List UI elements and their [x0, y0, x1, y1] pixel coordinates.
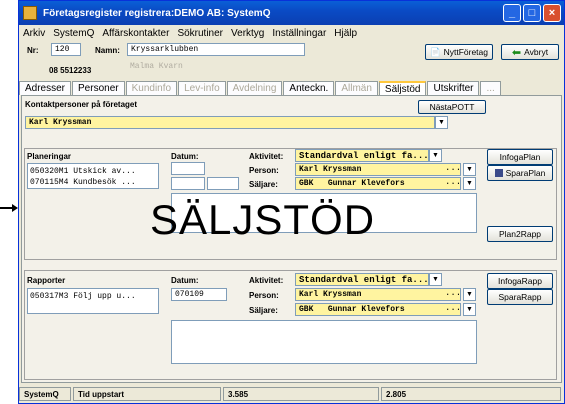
rapp-aktivitet-select[interactable]: Standardval enligt fa...: [295, 273, 429, 286]
chevron-down-icon[interactable]: ▼: [429, 149, 442, 162]
avbryt-button[interactable]: ⬅ Avbryt: [501, 44, 559, 60]
menu-verktyg[interactable]: Verktyg: [227, 28, 268, 39]
chevron-down-icon[interactable]: ▼: [429, 273, 442, 286]
rapp-notes-field[interactable]: [171, 320, 477, 364]
rapp-person-more-icon[interactable]: ...: [445, 288, 461, 298]
planeringar-title: Planeringar: [27, 152, 72, 161]
new-document-icon: 📄: [430, 46, 441, 57]
save-icon: [494, 169, 503, 177]
infoga-plan-button[interactable]: InfogaPlan: [487, 149, 553, 165]
tab-adresser[interactable]: Adresser: [19, 81, 72, 95]
list-item[interactable]: 050320M1 Utskick av...: [30, 166, 156, 177]
infoga-rapp-button[interactable]: InfogaRapp: [487, 273, 553, 289]
chevron-down-icon[interactable]: ▼: [463, 177, 476, 190]
plan-saljare-label: Säljare:: [249, 180, 278, 189]
plan-datum-label: Datum:: [171, 152, 199, 161]
window-title: Företagsregister registrera:DEMO AB: Sys…: [43, 7, 271, 19]
tab-utskrifter[interactable]: Utskrifter: [427, 81, 480, 95]
plan-saljare-more-icon[interactable]: ...: [445, 177, 461, 187]
status-value-2: 2.805: [381, 387, 561, 401]
nasta-pott-button[interactable]: NästaPOTT: [418, 100, 486, 114]
menu-hjalp[interactable]: Hjälp: [330, 28, 361, 39]
chevron-down-icon[interactable]: ▼: [463, 163, 476, 176]
tab-lev-info[interactable]: Lev-info: [178, 81, 226, 95]
tab-personer[interactable]: Personer: [72, 81, 125, 95]
chevron-down-icon[interactable]: ▼: [435, 116, 448, 129]
tab-more[interactable]: ...: [480, 81, 501, 95]
rapp-aktivitet-label: Aktivitet:: [249, 276, 284, 285]
status-bar: SystemQ Tid uppstart 3.585 2.805: [19, 387, 564, 403]
saljstod-overlay-text: SÄLJSTÖD: [150, 196, 376, 243]
plan-aktivitet-select[interactable]: Standardval enligt fa...: [295, 149, 429, 162]
list-item[interactable]: 070115M4 Kundbesök ...: [30, 177, 156, 188]
alt-name-text: Malma Kvarn: [130, 62, 183, 71]
namn-field[interactable]: Kryssarklubben: [127, 43, 305, 56]
minimize-button[interactable]: _: [503, 4, 521, 22]
tab-strip: Adresser Personer Kundinfo Lev-info Avde…: [19, 81, 564, 95]
plan-time-field[interactable]: [207, 177, 239, 190]
rapporter-group: Rapporter Datum: 050317M3 Följ upp u... …: [24, 270, 557, 380]
plan-saljare-select[interactable]: GBK Gunnar Klevefors: [295, 177, 461, 190]
spara-rapp-button[interactable]: SparaRapp: [487, 289, 553, 305]
plan-aktivitet-label: Aktivitet:: [249, 152, 284, 161]
spara-plan-button[interactable]: SparaPlan: [487, 165, 553, 181]
rapp-datum-label: Datum:: [171, 276, 199, 285]
plan-person-select[interactable]: Karl Kryssman: [295, 163, 461, 176]
namn-label: Namn:: [95, 46, 120, 55]
menu-sokrutiner[interactable]: Sökrutiner: [173, 28, 227, 39]
tab-saljstod[interactable]: Säljstöd: [378, 81, 427, 95]
plan-datum-field-2[interactable]: [171, 177, 205, 190]
tab-allman[interactable]: Allmän: [335, 81, 378, 95]
tab-avdelning[interactable]: Avdelning: [226, 81, 283, 95]
menu-affarskontakter[interactable]: Affärskontakter: [98, 28, 173, 39]
status-label: Tid uppstart: [73, 387, 221, 401]
nr-field[interactable]: 120: [51, 43, 81, 56]
menu-bar: Arkiv SystemQ Affärskontakter Sökrutiner…: [19, 25, 564, 41]
list-item[interactable]: 050317M3 Följ upp u...: [30, 291, 156, 302]
menu-arkiv[interactable]: Arkiv: [19, 28, 49, 39]
status-value-1: 3.585: [223, 387, 379, 401]
rapp-saljare-select[interactable]: GBK Gunnar Klevefors: [295, 303, 461, 316]
menu-installningar[interactable]: Inställningar: [268, 28, 330, 39]
contact-person-select[interactable]: Karl Kryssman: [25, 116, 435, 129]
rapp-saljare-label: Säljare:: [249, 306, 278, 315]
rapporter-title: Rapporter: [27, 276, 66, 285]
plan-person-more-icon[interactable]: ...: [445, 163, 461, 173]
plan-datum-field[interactable]: [171, 162, 205, 175]
close-button[interactable]: ×: [543, 4, 561, 22]
nr-label: Nr:: [27, 46, 39, 55]
tab-anteckn[interactable]: Anteckn.: [283, 81, 335, 95]
title-bar[interactable]: Företagsregister registrera:DEMO AB: Sys…: [19, 1, 564, 25]
rapp-saljare-more-icon[interactable]: ...: [445, 303, 461, 313]
orgnr-text: 08 5512233: [49, 66, 92, 75]
app-icon: [23, 6, 37, 20]
chevron-down-icon[interactable]: ▼: [463, 288, 476, 301]
rapp-datum-field[interactable]: 070109: [171, 288, 227, 301]
tab-kundinfo[interactable]: Kundinfo: [125, 81, 178, 95]
page: Företagsregister registrera:DEMO AB: Sys…: [0, 0, 565, 404]
contacts-label: Kontaktpersoner på företaget: [25, 100, 138, 109]
plan-person-label: Person:: [249, 166, 279, 175]
chevron-down-icon[interactable]: ▼: [463, 303, 476, 316]
rapp-person-select[interactable]: Karl Kryssman: [295, 288, 461, 301]
company-header: Nr: 120 Namn: Kryssarklubben 08 5512233 …: [19, 41, 564, 81]
nytt-foretag-button[interactable]: 📄 NyttFöretag: [425, 44, 493, 60]
pointer-arrow: [0, 204, 18, 212]
back-arrow-icon: ⬅: [511, 46, 522, 59]
plan2rapp-button[interactable]: Plan2Rapp: [487, 226, 553, 242]
rapp-person-label: Person:: [249, 291, 279, 300]
planeringar-list[interactable]: 050320M1 Utskick av... 070115M4 Kundbesö…: [27, 163, 159, 189]
status-app: SystemQ: [19, 387, 71, 401]
menu-systemq[interactable]: SystemQ: [49, 28, 98, 39]
rapporter-list[interactable]: 050317M3 Följ upp u...: [27, 288, 159, 314]
maximize-button[interactable]: □: [523, 4, 541, 22]
